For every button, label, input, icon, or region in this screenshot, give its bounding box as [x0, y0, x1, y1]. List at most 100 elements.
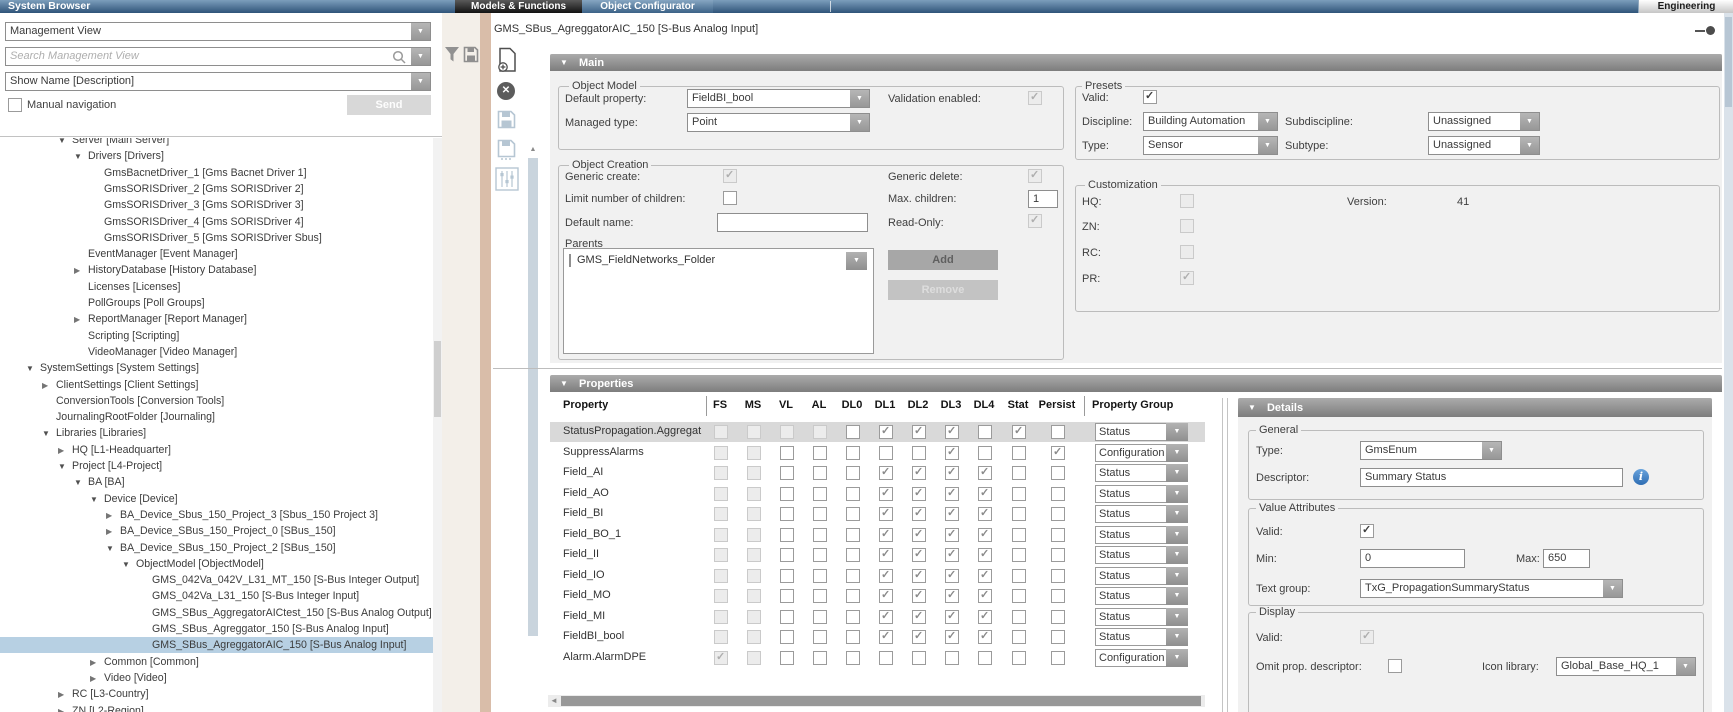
property-flag-checkbox[interactable] [813, 507, 827, 521]
property-flag-checkbox[interactable] [945, 589, 959, 603]
tree-item[interactable]: GMS_SBus_Agreggator_150 [S-Bus Analog In… [0, 621, 433, 637]
tree-item[interactable]: ▼ObjectModel [ObjectModel] [0, 556, 433, 572]
tree-expander-icon[interactable]: ▶ [90, 671, 104, 686]
chevron-down-icon[interactable]: ▼ [1482, 442, 1501, 459]
property-flag-checkbox[interactable] [912, 610, 926, 624]
presets-valid-checkbox[interactable] [1143, 90, 1157, 104]
tree-expander-icon[interactable]: ▼ [58, 138, 72, 148]
property-flag-checkbox[interactable] [846, 589, 860, 603]
tab-object-configurator[interactable]: Object Configurator [582, 0, 713, 13]
property-group-select[interactable]: Status [1095, 608, 1169, 626]
tree-item[interactable]: ▶RC [L3-Country] [0, 686, 433, 702]
tree-expander-icon[interactable]: ▼ [122, 557, 136, 572]
tree-item[interactable]: GmsSORISDriver_5 [Gms SORISDriver Sbus] [0, 230, 433, 246]
tree-item[interactable]: GMS_042Va_042V_L31_MT_150 [S-Bus Integer… [0, 572, 433, 588]
tree-item[interactable]: ▶HistoryDatabase [History Database] [0, 262, 433, 278]
collapse-icon[interactable]: ▼ [560, 375, 568, 392]
property-group-select[interactable]: Status [1095, 546, 1169, 564]
property-flag-checkbox[interactable] [846, 630, 860, 644]
property-flag-checkbox[interactable] [1012, 425, 1026, 439]
property-flag-checkbox[interactable] [912, 466, 926, 480]
panel-splitter[interactable] [480, 13, 491, 712]
tree-expander-icon[interactable]: ▶ [106, 508, 120, 523]
tree-item[interactable]: GMS_SBus_AgreggatorAIC_150 [S-Bus Analog… [0, 637, 433, 653]
tree-expander-icon[interactable]: ▶ [58, 443, 72, 458]
property-flag-checkbox[interactable] [879, 528, 893, 542]
property-flag-checkbox[interactable] [1051, 507, 1065, 521]
property-flag-checkbox[interactable] [780, 507, 794, 521]
column-header[interactable]: Stat [996, 399, 1040, 411]
tree-item[interactable]: GMS_SBus_AggregatorAICtest_150 [S-Bus An… [0, 605, 433, 621]
property-group-select[interactable]: Status [1095, 587, 1169, 605]
chevron-down-icon[interactable]: ▼ [1166, 464, 1188, 482]
property-flag-checkbox[interactable] [813, 610, 827, 624]
search-icon[interactable] [392, 50, 406, 66]
scroll-left-icon[interactable]: ◄ [550, 696, 558, 706]
property-row[interactable]: Alarm.AlarmDPEConfiguration▼ [550, 648, 1205, 668]
property-flag-checkbox[interactable] [813, 651, 827, 665]
descriptor-input[interactable]: Summary Status [1360, 468, 1623, 487]
property-flag-checkbox[interactable] [945, 466, 959, 480]
property-flag-checkbox[interactable] [879, 569, 893, 583]
chevron-down-icon[interactable]: ▼ [1166, 567, 1188, 585]
property-flag-checkbox[interactable] [846, 507, 860, 521]
tree-item[interactable]: VideoManager [Video Manager] [0, 344, 433, 360]
column-header-property[interactable]: Property [563, 399, 608, 411]
tree-item[interactable]: Scripting [Scripting] [0, 328, 433, 344]
property-flag-checkbox[interactable] [1012, 651, 1026, 665]
property-flag-checkbox[interactable] [1051, 589, 1065, 603]
remove-button[interactable]: Remove [888, 280, 998, 300]
property-flag-checkbox[interactable] [813, 630, 827, 644]
tree-item[interactable]: ▼SystemSettings [System Settings] [0, 360, 433, 376]
property-flag-checkbox[interactable] [1051, 651, 1065, 665]
tree-item[interactable]: GmsSORISDriver_3 [Gms SORISDriver 3] [0, 197, 433, 213]
property-flag-checkbox[interactable] [978, 487, 992, 501]
property-flag-checkbox[interactable] [945, 528, 959, 542]
max-children-input[interactable]: 1 [1028, 190, 1058, 208]
property-flag-checkbox[interactable] [978, 630, 992, 644]
property-flag-checkbox[interactable] [879, 548, 893, 562]
chevron-down-icon[interactable]: ▼ [1166, 587, 1188, 605]
tree-scrollbar[interactable] [433, 138, 442, 712]
chevron-down-icon[interactable]: ▼ [1520, 113, 1539, 130]
subdiscipline-select[interactable]: Unassigned ▼ [1428, 112, 1540, 131]
chevron-down-icon[interactable]: ▼ [1166, 649, 1188, 667]
tree-expander-icon[interactable]: ▶ [74, 263, 88, 278]
property-flag-checkbox[interactable] [780, 528, 794, 542]
property-flag-checkbox[interactable] [945, 548, 959, 562]
property-group-select[interactable]: Configuration [1095, 649, 1169, 667]
va-valid-checkbox[interactable] [1360, 524, 1374, 538]
tree-item[interactable]: ▶Common [Common] [0, 654, 433, 670]
properties-hscrollbar[interactable]: ◄ [548, 695, 1205, 707]
min-input[interactable]: 0 [1360, 549, 1465, 568]
property-flag-checkbox[interactable] [846, 425, 860, 439]
property-flag-checkbox[interactable] [780, 651, 794, 665]
chevron-down-icon[interactable]: ▼ [850, 90, 869, 107]
chevron-down-icon[interactable]: ▼ [411, 23, 430, 40]
tree-expander-icon[interactable]: ▼ [90, 492, 104, 507]
tree-item[interactable]: ▶HQ [L1-Headquarter] [0, 442, 433, 458]
property-flag-checkbox[interactable] [780, 548, 794, 562]
properties-section-header[interactable]: ▼ Properties [550, 375, 1722, 392]
property-flag-checkbox[interactable] [1012, 487, 1026, 501]
property-flag-checkbox[interactable] [813, 487, 827, 501]
property-flag-checkbox[interactable] [945, 487, 959, 501]
property-flag-checkbox[interactable] [846, 610, 860, 624]
main-section-header[interactable]: ▼ Main [550, 54, 1722, 71]
right-scrollbar-thumb[interactable] [1725, 17, 1732, 107]
property-flag-checkbox[interactable] [780, 589, 794, 603]
info-icon[interactable]: i [1633, 469, 1649, 485]
tree-item[interactable]: ▼Project [L4-Project] [0, 458, 433, 474]
tree-expander-icon[interactable]: ▶ [74, 312, 88, 327]
view-selector[interactable]: Management View ▼ [5, 22, 431, 41]
new-object-icon[interactable] [496, 47, 518, 77]
managed-type-select[interactable]: Point ▼ [687, 113, 870, 132]
tree-item[interactable]: GmsBacnetDriver_1 [Gms Bacnet Driver 1] [0, 165, 433, 181]
property-flag-checkbox[interactable] [1012, 507, 1026, 521]
filter-icon[interactable] [444, 46, 460, 67]
tree-item[interactable]: GMS_042Va_L31_150 [S-Bus Integer Input] [0, 588, 433, 604]
property-flag-checkbox[interactable] [1051, 610, 1065, 624]
chevron-down-icon[interactable]: ▼ [850, 114, 869, 131]
tree-expander-icon[interactable]: ▶ [106, 524, 120, 539]
property-row[interactable]: Field_IIStatus▼ [550, 545, 1205, 565]
